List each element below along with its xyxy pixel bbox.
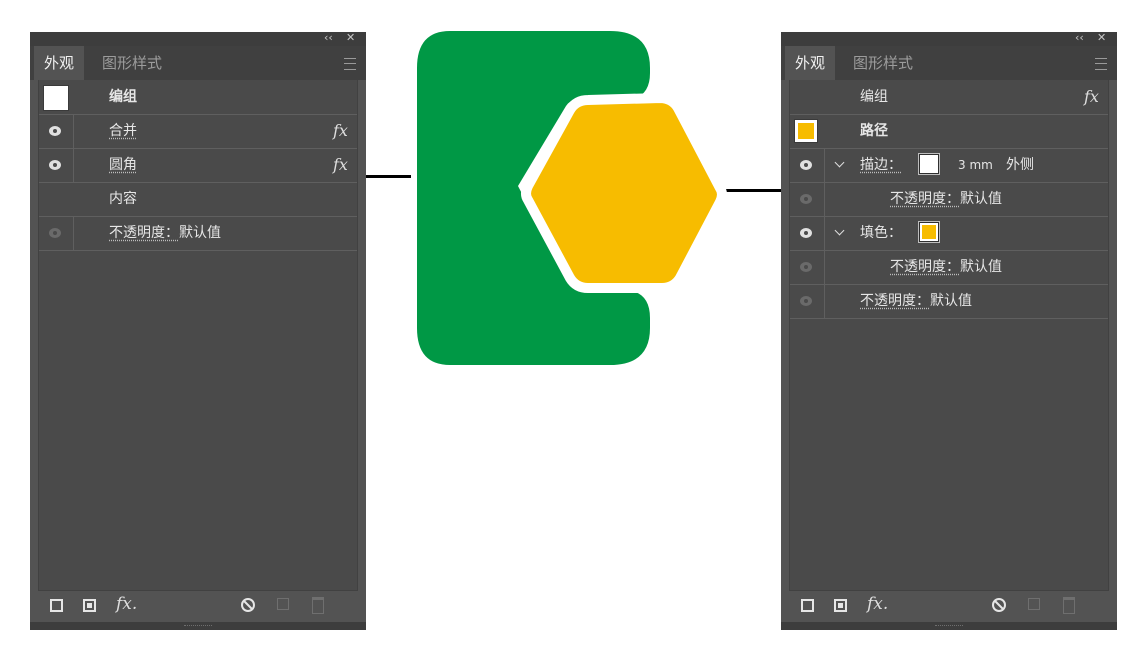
panel-resize-grip[interactable] [30, 622, 366, 630]
divider [824, 182, 825, 216]
divider [73, 216, 74, 250]
opacity-link[interactable]: 不透明度： [860, 293, 930, 309]
visibility-eye-icon[interactable] [800, 194, 812, 204]
group-thumbnail [43, 85, 69, 111]
duplicate-item-icon [277, 598, 289, 610]
path-thumbnail [794, 119, 818, 143]
tab-appearance[interactable]: 外观 [34, 46, 85, 80]
visibility-eye-icon[interactable] [49, 160, 61, 170]
fx-icon[interactable]: fx [333, 114, 348, 148]
stroke-weight[interactable]: 3 mm [958, 148, 993, 182]
panel-tabs: 外观 图形样式 [781, 46, 1117, 80]
connector-line-left [366, 175, 411, 178]
list-item-contents[interactable]: 内容 [39, 182, 357, 217]
appearance-list: 编组 合并 fx 圆角 fx 内容 不透明度：默认值 [38, 80, 358, 591]
opacity-row: 不透明度：默认值 [890, 182, 1002, 216]
visibility-eye-icon[interactable] [800, 262, 812, 272]
visibility-eye-icon[interactable] [800, 296, 812, 306]
appearance-panel-right: ‹‹ ✕ 外观 图形样式 编组 fx 路径 描边： 3 mm 外侧 不透明度：默… [781, 31, 1117, 630]
add-new-fill-icon[interactable] [83, 599, 96, 612]
opacity-value: 默认值 [960, 259, 1002, 275]
list-item-path-opacity[interactable]: 不透明度：默认值 [790, 284, 1108, 319]
opacity-link[interactable]: 不透明度： [109, 225, 179, 241]
panel-bottom-toolbar: fx. [30, 590, 366, 620]
list-item-merge-effect[interactable]: 合并 fx [39, 114, 357, 149]
tab-graphic-styles[interactable]: 图形样式 [843, 46, 923, 80]
panel-tabs: 外观 图形样式 [30, 46, 366, 80]
fill-label: 填色： [860, 225, 902, 241]
trash-icon [1063, 597, 1075, 614]
stroke-color-swatch[interactable] [919, 154, 939, 174]
list-item-group[interactable]: 编组 [39, 80, 357, 115]
divider [824, 148, 825, 182]
effect-link-round-corners[interactable]: 圆角 [109, 148, 137, 182]
add-effect-icon[interactable]: fx. [867, 587, 888, 621]
list-item-opacity[interactable]: 不透明度：默认值 [39, 216, 357, 251]
clear-appearance-icon[interactable] [992, 598, 1006, 612]
list-item-stroke-opacity[interactable]: 不透明度：默认值 [790, 182, 1108, 217]
duplicate-item-icon [1028, 598, 1040, 610]
clear-appearance-icon[interactable] [241, 598, 255, 612]
opacity-row: 不透明度：默认值 [890, 250, 1002, 284]
tab-appearance[interactable]: 外观 [785, 46, 836, 80]
opacity-value: 默认值 [179, 225, 221, 241]
add-new-fill-icon[interactable] [834, 599, 847, 612]
stroke-align: 外侧 [1006, 157, 1034, 173]
close-icon[interactable]: ✕ [346, 31, 355, 44]
visibility-eye-icon[interactable] [800, 228, 812, 238]
row-label: 内容 [109, 191, 137, 207]
opacity-link[interactable]: 不透明度： [890, 259, 960, 275]
list-item-group[interactable]: 编组 fx [790, 80, 1108, 115]
visibility-eye-icon[interactable] [49, 126, 61, 136]
row-label: 路径 [860, 123, 888, 139]
opacity-value: 默认值 [930, 293, 972, 309]
opacity-row: 不透明度：默认值 [860, 284, 972, 318]
chevron-down-icon[interactable] [834, 157, 845, 168]
trash-icon [312, 597, 324, 614]
list-item-fill[interactable]: 填色： [790, 216, 1108, 251]
opacity-row: 不透明度：默认值 [109, 216, 221, 250]
list-item-round-corners-effect[interactable]: 圆角 fx [39, 148, 357, 183]
divider [73, 148, 74, 182]
visibility-eye-icon[interactable] [800, 160, 812, 170]
add-effect-icon[interactable]: fx. [116, 587, 137, 621]
visibility-eye-icon[interactable] [49, 228, 61, 238]
divider [73, 114, 74, 148]
divider [824, 250, 825, 284]
appearance-panel-left: ‹‹ ✕ 外观 图形样式 编组 合并 fx 圆角 fx 内容 不透明度：默认值 … [30, 31, 366, 630]
panel-menu-icon[interactable] [344, 58, 356, 70]
add-new-stroke-icon[interactable] [50, 599, 63, 612]
fx-icon[interactable]: fx [1084, 80, 1099, 114]
chevron-down-icon[interactable] [834, 225, 845, 236]
opacity-value: 默认值 [960, 191, 1002, 207]
list-item-fill-opacity[interactable]: 不透明度：默认值 [790, 250, 1108, 285]
collapse-icon[interactable]: ‹‹ [1075, 31, 1084, 44]
divider [824, 216, 825, 250]
opacity-link[interactable]: 不透明度： [890, 191, 960, 207]
list-item-path[interactable]: 路径 [790, 114, 1108, 149]
stroke-link[interactable]: 描边： [860, 148, 902, 182]
panel-bottom-toolbar: fx. [781, 590, 1117, 620]
effect-link-merge[interactable]: 合并 [109, 114, 137, 148]
fill-color-swatch[interactable] [919, 222, 939, 242]
add-new-stroke-icon[interactable] [801, 599, 814, 612]
yellow-hexagon [521, 93, 727, 293]
panel-title-bar[interactable]: ‹‹ ✕ [781, 31, 1117, 46]
collapse-icon[interactable]: ‹‹ [324, 31, 333, 44]
list-item-stroke[interactable]: 描边： 3 mm 外侧 [790, 148, 1108, 183]
panel-title-bar[interactable]: ‹‹ ✕ [30, 31, 366, 46]
divider [824, 284, 825, 318]
fx-icon[interactable]: fx [333, 148, 348, 182]
row-label: 编组 [109, 89, 137, 105]
close-icon[interactable]: ✕ [1097, 31, 1106, 44]
panel-resize-grip[interactable] [781, 622, 1117, 630]
panel-menu-icon[interactable] [1095, 58, 1107, 70]
tab-graphic-styles[interactable]: 图形样式 [92, 46, 172, 80]
artwork-illustration [417, 31, 727, 365]
row-label: 编组 [860, 89, 888, 105]
appearance-list: 编组 fx 路径 描边： 3 mm 外侧 不透明度：默认值 填色： 不透明度：默… [789, 80, 1109, 591]
